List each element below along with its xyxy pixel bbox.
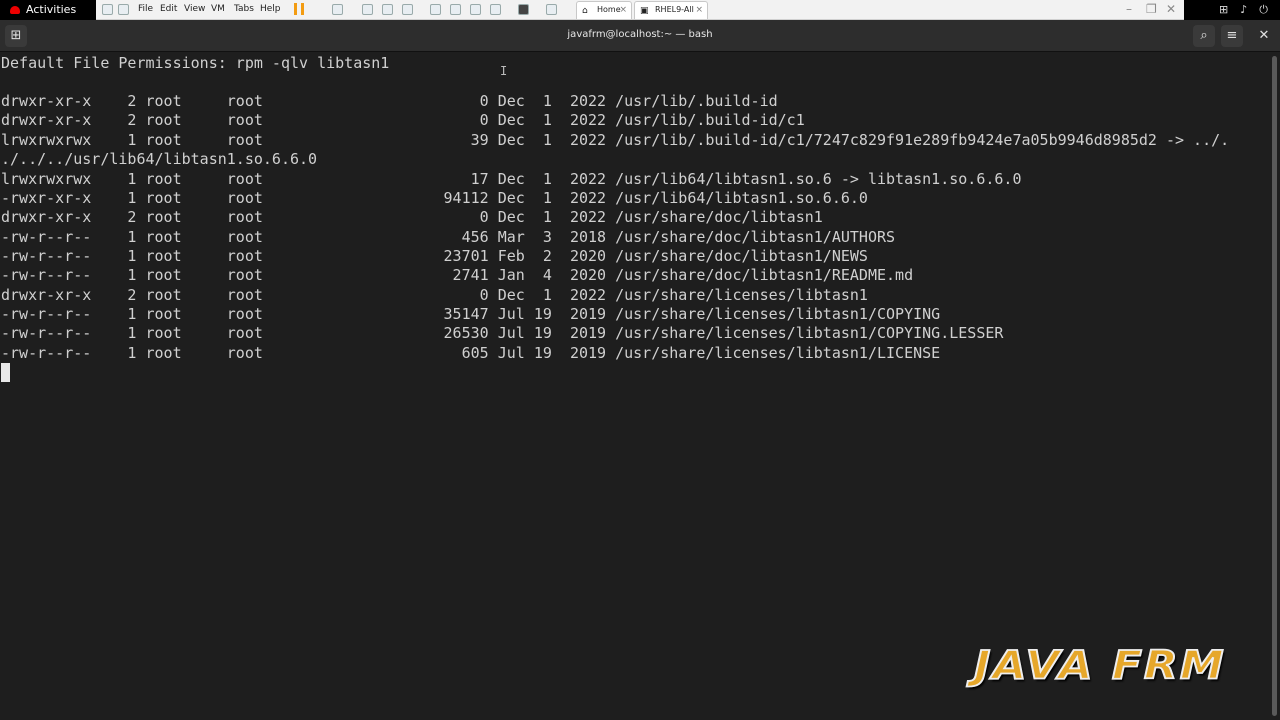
terminal-line: drwxr-xr-x 2 root root 0 Dec 1 2022 /usr…	[1, 111, 805, 129]
menu-help[interactable]: Help	[260, 4, 281, 14]
home-icon: ⌂	[582, 6, 588, 16]
terminal-line: -rw-r--r-- 1 root root 26530 Jul 19 2019…	[1, 324, 1004, 342]
terminal-line: -rw-r--r-- 1 root root 456 Mar 3 2018 /u…	[1, 228, 896, 246]
terminal-line: drwxr-xr-x 2 root root 0 Dec 1 2022 /usr…	[1, 286, 868, 304]
menu-view[interactable]: View	[184, 4, 205, 14]
menu-edit[interactable]: Edit	[160, 4, 177, 14]
activities-button[interactable]: Activities	[10, 3, 76, 16]
power-icon[interactable]: ⏻	[1259, 3, 1268, 17]
window-title: javafrm@localhost:~ — bash	[567, 29, 713, 40]
stretch-icon[interactable]	[490, 4, 501, 15]
network-icon[interactable]: ⊞	[1219, 3, 1228, 17]
text-cursor-icon: I	[500, 64, 508, 78]
terminal-cursor	[1, 363, 10, 382]
close-window-button[interactable]: ✕	[1253, 25, 1275, 47]
window-close-icon[interactable]: ✕	[1166, 2, 1176, 16]
snapshot-manager-icon[interactable]	[402, 4, 413, 15]
menu-vm[interactable]: VM	[211, 4, 225, 14]
minimize-icon[interactable]: –	[1126, 2, 1132, 16]
terminal-line: lrwxrwxrwx 1 root root 17 Dec 1 2022 /us…	[1, 170, 1022, 188]
vmware-toolbar: File Edit View VM Tabs Help ⌂ Home × ▣ R…	[96, 0, 1184, 20]
menu-button[interactable]: ≡	[1221, 25, 1243, 47]
search-icon: ⌕	[1200, 28, 1208, 43]
terminal-line: ./../../usr/lib64/libtasn1.so.6.6.0	[1, 150, 318, 168]
fit-guest-icon[interactable]	[470, 4, 481, 15]
tab-rhel9-all-label: RHEL9-All	[655, 5, 694, 14]
redhat-icon	[10, 5, 20, 14]
terminal-line: lrwxrwxrwx 1 root root 39 Dec 1 2022 /us…	[1, 131, 1230, 149]
vm-icon: ▣	[640, 6, 649, 16]
close-icon[interactable]: ×	[619, 5, 627, 15]
activities-label: Activities	[26, 3, 77, 16]
console-icon[interactable]	[518, 4, 529, 15]
tab-rhel9-all[interactable]: ▣ RHEL9-All ×	[634, 1, 708, 19]
terminal-line: drwxr-xr-x 2 root root 0 Dec 1 2022 /usr…	[1, 92, 778, 110]
terminal-line: Default File Permissions: rpm -qlv libta…	[1, 54, 390, 72]
terminal-line: -rwxr-xr-x 1 root root 94112 Dec 1 2022 …	[1, 189, 868, 207]
terminal-line: drwxr-xr-x 2 root root 0 Dec 1 2022 /usr…	[1, 208, 823, 226]
vmware-logo-icon	[118, 4, 129, 15]
terminal-line: -rw-r--r-- 1 root root 23701 Feb 2 2020 …	[1, 247, 868, 265]
close-icon[interactable]: ×	[695, 5, 703, 15]
tab-home[interactable]: ⌂ Home ×	[576, 1, 632, 19]
fullscreen-icon[interactable]	[430, 4, 441, 15]
terminal-line: -rw-r--r-- 1 root root 2741 Jan 4 2020 /…	[1, 266, 914, 284]
send-keys-icon[interactable]	[332, 4, 343, 15]
volume-icon[interactable]: ♪	[1240, 3, 1247, 17]
terminal-line: -rw-r--r-- 1 root root 605 Jul 19 2019 /…	[1, 344, 941, 362]
menu-tabs[interactable]: Tabs	[234, 4, 254, 14]
view-mode-icon[interactable]	[546, 4, 557, 15]
unity-icon[interactable]	[450, 4, 461, 15]
pause-icon[interactable]	[294, 3, 304, 15]
pin-icon[interactable]	[102, 4, 113, 15]
maximize-icon[interactable]: ❐	[1146, 2, 1157, 16]
menu-file[interactable]: File	[138, 4, 153, 14]
terminal-scrollbar[interactable]	[1272, 56, 1277, 716]
snapshot-icon[interactable]	[362, 4, 373, 15]
terminal-headerbar: ⊞ javafrm@localhost:~ — bash ⌕ ≡ ✕	[0, 20, 1280, 52]
terminal-line: -rw-r--r-- 1 root root 35147 Jul 19 2019…	[1, 305, 941, 323]
revert-snapshot-icon[interactable]	[382, 4, 393, 15]
system-tray[interactable]: ⊞ ♪ ⏻	[1219, 3, 1268, 17]
tab-home-label: Home	[597, 5, 621, 14]
close-icon: ✕	[1258, 28, 1270, 43]
hamburger-icon: ≡	[1226, 28, 1238, 43]
javafrm-logo: JAVA FRM	[973, 642, 1226, 690]
search-button[interactable]: ⌕	[1193, 25, 1215, 47]
